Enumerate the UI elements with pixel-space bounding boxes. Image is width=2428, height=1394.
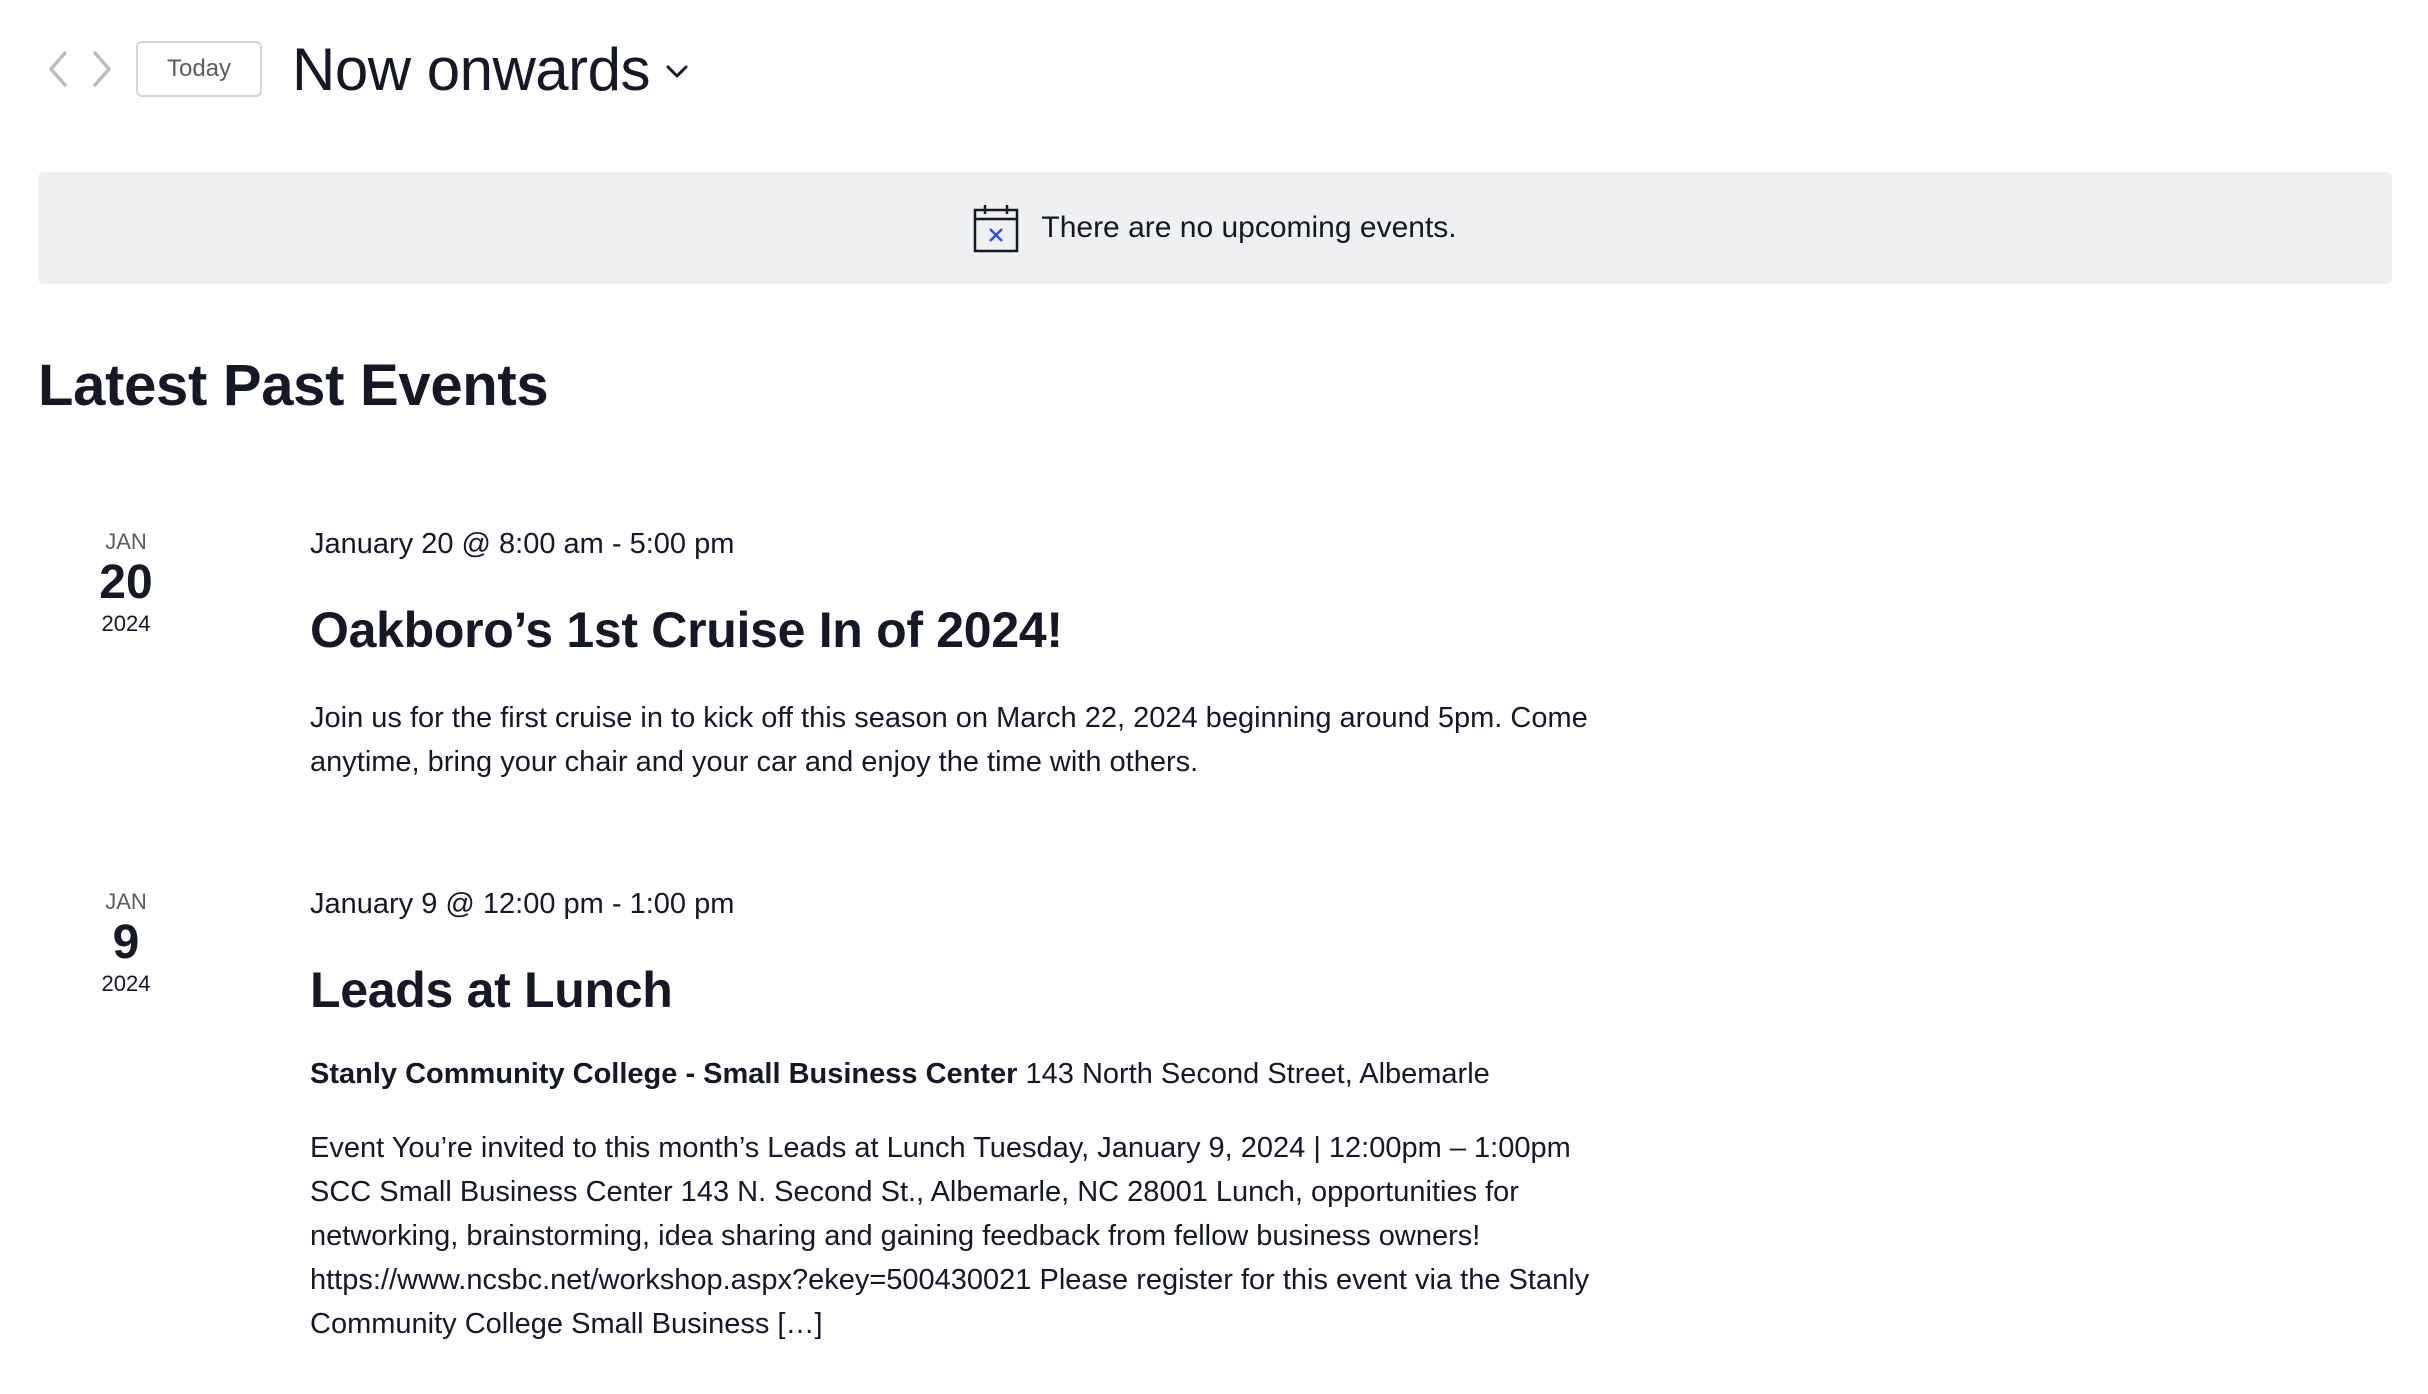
- event-title-link[interactable]: Leads at Lunch: [310, 960, 1610, 1020]
- chevron-down-icon: [666, 65, 688, 78]
- no-events-notice: There are no upcoming events.: [38, 172, 2392, 284]
- event-description: Event You’re invited to this month’s Lea…: [310, 1132, 1590, 1340]
- event-month: Jan: [105, 889, 147, 914]
- event-year: 2024: [101, 611, 151, 636]
- event-day: 20: [99, 556, 153, 609]
- calendar-x-icon: [973, 203, 1019, 253]
- next-button[interactable]: [80, 36, 124, 102]
- event-body: January 20 @ 8:00 am - 5:00 pm Oakboro’s…: [310, 522, 1610, 784]
- event-date-tag: Jan 9 2024: [38, 888, 214, 998]
- event-body: January 9 @ 12:00 pm - 1:00 pm Leads at …: [310, 882, 1610, 1346]
- event-venue: Stanly Community College - Small Busines…: [310, 1054, 1610, 1094]
- event-day: 9: [112, 916, 140, 969]
- events-toolbar: Today Now onwards: [36, 35, 688, 104]
- event-datetime: January 9 @ 12:00 pm - 1:00 pm: [310, 888, 735, 920]
- venue-name: Stanly Community College - Small Busines…: [310, 1058, 1018, 1090]
- event-month: Jan: [105, 529, 147, 554]
- notice-message: There are no upcoming events.: [1041, 211, 1457, 244]
- event-datetime: January 20 @ 8:00 am - 5:00 pm: [310, 528, 735, 560]
- venue-address: 143 North Second Street, Albemarle: [1025, 1058, 1490, 1090]
- chevron-right-icon: [93, 51, 111, 87]
- today-button[interactable]: Today: [136, 41, 262, 97]
- event-year: 2024: [101, 971, 151, 996]
- event-title-link[interactable]: Oakboro’s 1st Cruise In of 2024!: [310, 600, 1610, 660]
- date-range-selector[interactable]: Now onwards: [292, 35, 688, 104]
- date-range-label: Now onwards: [292, 35, 651, 103]
- previous-button[interactable]: [36, 36, 80, 102]
- chevron-left-icon: [49, 51, 67, 87]
- event-description: Join us for the first cruise in to kick …: [310, 702, 1588, 778]
- event-date-tag: Jan 20 2024: [38, 528, 214, 638]
- section-title: Latest Past Events: [38, 353, 549, 418]
